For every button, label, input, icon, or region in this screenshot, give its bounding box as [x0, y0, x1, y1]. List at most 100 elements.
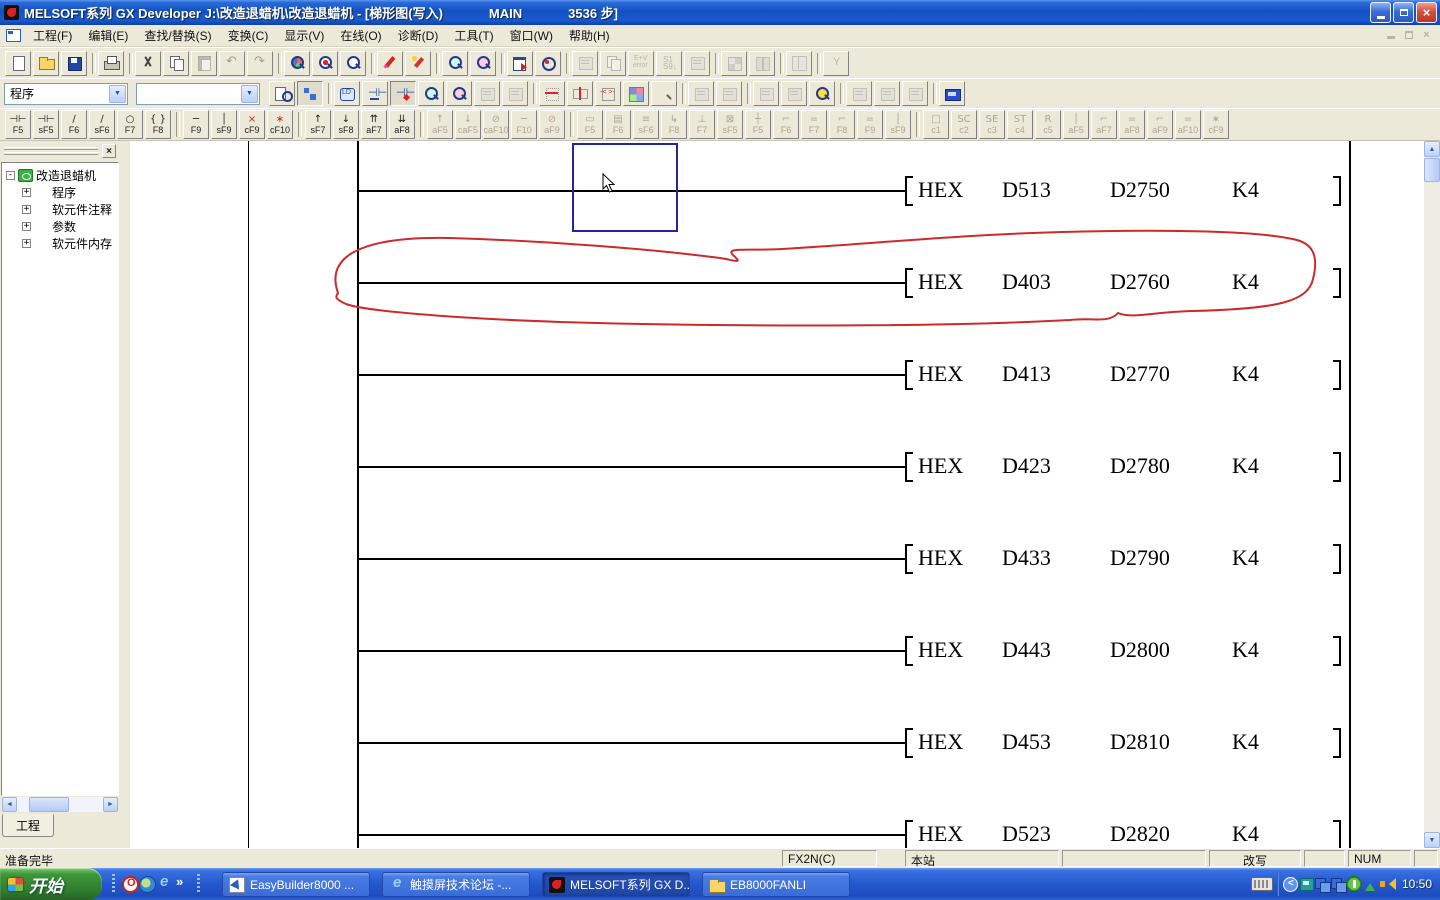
gray-tool-2-button[interactable]: [502, 81, 528, 106]
ladder-editor[interactable]: HEX D513 D2750 K4 HEX D403 D2760 K4: [130, 141, 1424, 848]
task-easybuilder[interactable]: EasyBuilder8000 ...: [222, 872, 370, 897]
scroll-right-icon[interactable]: ►: [103, 797, 118, 812]
closed-contact-button[interactable]: ∕ F6: [61, 110, 87, 139]
new-button[interactable]: [5, 51, 31, 76]
mdi-minimize-button[interactable]: [1383, 29, 1398, 42]
scroll-left-icon[interactable]: ◄: [2, 797, 17, 812]
block-list-button[interactable]: [684, 51, 710, 76]
fkey-button[interactable]: │ sF9: [885, 110, 911, 139]
fkey-button[interactable]: ⊘ aF9: [539, 110, 565, 139]
toolbar-grip[interactable]: [112, 874, 115, 894]
task-forum[interactable]: 触摸屏技术论坛 -...: [382, 872, 530, 897]
device-batch-button[interactable]: [470, 51, 496, 76]
coil-button[interactable]: ○ F7: [117, 110, 143, 139]
window-arrange-button[interactable]: [507, 51, 533, 76]
menu-item[interactable]: 工程(F): [25, 25, 80, 46]
task-melsoft[interactable]: MELSOFT系列 GX D...: [542, 872, 690, 897]
tree-item[interactable]: + 参数: [20, 218, 118, 234]
device-find-button[interactable]: [418, 81, 444, 106]
fkey-button[interactable]: ↑ aF5: [427, 110, 453, 139]
paste-button[interactable]: [191, 51, 217, 76]
tray-upload-icon[interactable]: [1362, 876, 1378, 892]
keyboard-layout-icon[interactable]: [1251, 877, 1273, 891]
mdi-child-icon[interactable]: [6, 29, 21, 42]
ladder-toggle-button[interactable]: [362, 81, 388, 106]
scroll-thumb[interactable]: [29, 797, 69, 812]
search-yellow-button[interactable]: [809, 81, 835, 106]
ladder-rung[interactable]: HEX D423 D2780 K4: [130, 452, 1424, 482]
parameter-button[interactable]: [786, 51, 812, 76]
insert-mode-button[interactable]: [405, 51, 431, 76]
fkey-button[interactable]: ↳ F8: [661, 110, 687, 139]
color-grid-button[interactable]: [623, 81, 649, 106]
open-contact-button[interactable]: ⊣⊢ F5: [5, 110, 31, 139]
fkey-button[interactable]: ⌐ F8: [829, 110, 855, 139]
ladder-rung[interactable]: HEX D403 D2760 K4: [130, 268, 1424, 298]
gray-tool-5-button[interactable]: [753, 81, 779, 106]
menu-item[interactable]: 诊断(D): [390, 25, 447, 46]
ladder-selection-cursor[interactable]: [572, 143, 678, 232]
write-mode-button[interactable]: [377, 51, 403, 76]
ladder-rung[interactable]: HEX D453 D2810 K4: [130, 728, 1424, 758]
fkey-button[interactable]: ⊥ F7: [689, 110, 715, 139]
menu-item[interactable]: 在线(O): [332, 25, 389, 46]
scroll-down-icon[interactable]: ▼: [1424, 832, 1440, 848]
ladder-rung[interactable]: HEX D433 D2790 K4: [130, 544, 1424, 574]
title-bar[interactable]: MELSOFT系列 GX Developer J:\改造退蜡机\改造退蜡机 - …: [0, 0, 1440, 25]
device-test-button[interactable]: [442, 51, 468, 76]
tree-item[interactable]: + 软元件注释: [20, 201, 118, 217]
collapse-icon[interactable]: -: [6, 171, 15, 180]
fkey-button[interactable]: ⊠ sF5: [717, 110, 743, 139]
copy-button[interactable]: [163, 51, 189, 76]
print-button[interactable]: [98, 51, 124, 76]
tray-shield-icon[interactable]: [1346, 876, 1362, 892]
fkey-button[interactable]: SE c3: [979, 110, 1005, 139]
device-combobox[interactable]: ▼: [136, 83, 260, 105]
fkey-button[interactable]: ┼ F5: [745, 110, 771, 139]
ladder-vertical-scrollbar[interactable]: ▲ ▼: [1424, 141, 1440, 848]
expand-icon[interactable]: +: [22, 205, 31, 214]
fkey-button[interactable]: ▭ F5: [577, 110, 603, 139]
fkey-button[interactable]: ⌐ aF7: [1091, 110, 1117, 139]
toolbar-grip[interactable]: [197, 874, 200, 894]
tab-project[interactable]: 工程: [2, 814, 54, 837]
red-grid-button[interactable]: [539, 81, 565, 106]
panel-grip[interactable]: [4, 152, 98, 155]
delete-horizontal-line-button[interactable]: × cF9: [239, 110, 265, 139]
panel-close-icon[interactable]: ×: [102, 144, 116, 158]
rising-pulse-button[interactable]: ↑ sF7: [305, 110, 331, 139]
scroll-up-icon[interactable]: ▲: [1424, 141, 1440, 157]
save-button[interactable]: [61, 51, 87, 76]
fkey-button[interactable]: = F9: [857, 110, 883, 139]
fkey-button[interactable]: ⌐ aF9: [1147, 110, 1173, 139]
tray-network-icon[interactable]: [1298, 876, 1314, 892]
redo-button[interactable]: [247, 51, 273, 76]
horizontal-line-button[interactable]: ─ F9: [183, 110, 209, 139]
cut-button[interactable]: [135, 51, 161, 76]
falling-pulse-button[interactable]: ↓ sF8: [333, 110, 359, 139]
mdi-close-button[interactable]: ×: [1419, 29, 1434, 42]
project-tree-toggle-button[interactable]: [297, 81, 323, 106]
minimize-button[interactable]: [1370, 2, 1391, 23]
ladder-edit-toggle-button[interactable]: [390, 81, 416, 106]
program-mode-combobox[interactable]: 程序 ▼: [4, 83, 128, 105]
opera-icon[interactable]: [122, 876, 139, 893]
fkey-button[interactable]: SC c2: [951, 110, 977, 139]
device-edit-button[interactable]: [446, 81, 472, 106]
gray-tool-6-button[interactable]: [781, 81, 807, 106]
taskbar-clock[interactable]: 10:50: [1402, 877, 1432, 891]
delete-vertical-line-button[interactable]: ∗ cF10: [267, 110, 293, 139]
tray-windows-icon[interactable]: [1330, 876, 1346, 892]
vertical-line-button[interactable]: │ sF9: [211, 110, 237, 139]
menu-item[interactable]: 变换(C): [220, 25, 277, 46]
monitor-screen-button[interactable]: [939, 81, 965, 106]
gray-tool-9-button[interactable]: [902, 81, 928, 106]
quick-launch-overflow-icon[interactable]: [173, 876, 190, 893]
fkey-button[interactable]: ST c4: [1007, 110, 1033, 139]
menu-item[interactable]: 工具(T): [446, 25, 501, 46]
gray-tool-7-button[interactable]: [846, 81, 872, 106]
gray-tool-8-button[interactable]: [874, 81, 900, 106]
menu-item[interactable]: 显示(V): [276, 25, 332, 46]
scroll-thumb[interactable]: [1424, 158, 1440, 182]
fkey-button[interactable]: ∗ cF9: [1203, 110, 1229, 139]
